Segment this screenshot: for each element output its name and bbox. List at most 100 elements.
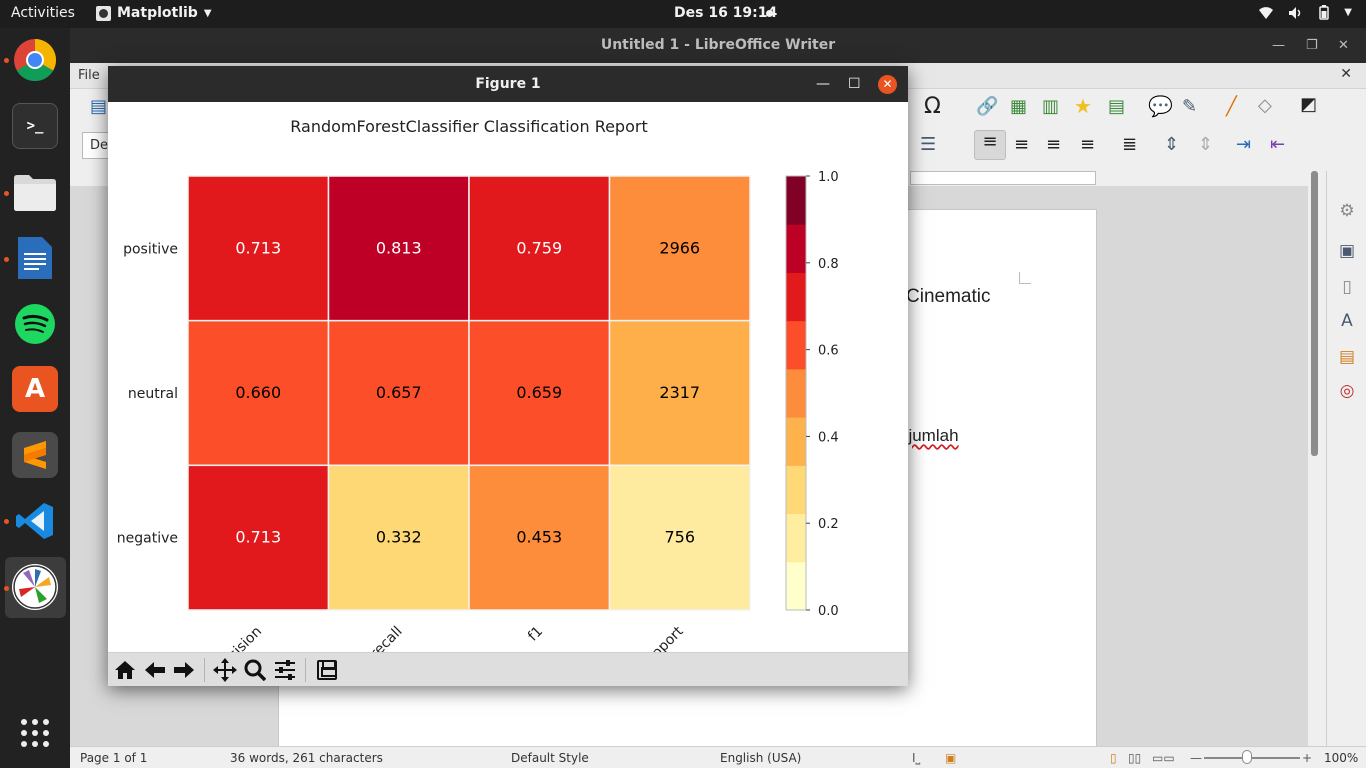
navigator-icon[interactable]: ◎ bbox=[1336, 381, 1358, 403]
settings-gear-icon[interactable]: ⚙ bbox=[1336, 201, 1358, 223]
track-changes-icon[interactable]: ✎ bbox=[1182, 96, 1197, 117]
line-spacing-icon[interactable]: ≣ bbox=[1122, 134, 1137, 155]
colorbar-segment bbox=[786, 320, 806, 370]
cell-value-label: 0.453 bbox=[516, 528, 562, 547]
chevron-down-icon: ▼ bbox=[203, 7, 212, 19]
ubuntu-software-icon: A bbox=[24, 374, 46, 404]
figure-titlebar[interactable]: Figure 1 bbox=[108, 66, 908, 102]
menu-file[interactable]: File bbox=[78, 68, 100, 83]
multi-page-view-icon[interactable]: ▯▯ bbox=[1128, 751, 1141, 765]
matplotlib-app-icon bbox=[96, 5, 111, 21]
horizontal-ruler[interactable] bbox=[910, 171, 1096, 185]
vscode-icon bbox=[16, 503, 53, 539]
colorbar-segment bbox=[786, 176, 806, 225]
back-button[interactable] bbox=[142, 657, 168, 683]
zoom-slider[interactable] bbox=[1204, 757, 1300, 759]
decrease-indent-icon[interactable]: ⇤ bbox=[1270, 134, 1285, 155]
justify-icon[interactable]: ≡ bbox=[1080, 134, 1095, 155]
column-tick-label: recall bbox=[367, 624, 405, 652]
dock-item-chrome[interactable] bbox=[12, 37, 58, 83]
maximize-icon[interactable]: ☐ bbox=[848, 66, 861, 102]
scrollbar-thumb[interactable] bbox=[1311, 171, 1318, 456]
endnote-icon[interactable]: ▥ bbox=[1042, 96, 1059, 117]
minimize-icon[interactable]: — bbox=[816, 66, 830, 102]
show-applications-button[interactable] bbox=[12, 710, 58, 756]
colorbar-tick-label: 0.8 bbox=[818, 257, 839, 272]
dock-item-terminal[interactable]: >_ bbox=[12, 103, 58, 149]
bookmark-icon[interactable]: ★ bbox=[1074, 94, 1092, 118]
vertical-scrollbar[interactable] bbox=[1308, 171, 1322, 746]
dock-item-files[interactable] bbox=[12, 170, 58, 216]
figure-canvas[interactable]: RandomForestClassifier Classification Re… bbox=[108, 102, 908, 679]
clock[interactable]: Des 16 19:14 bbox=[674, 5, 777, 21]
matplotlib-icon bbox=[13, 565, 57, 609]
zoom-in-icon[interactable]: + bbox=[1302, 751, 1312, 765]
styles-icon[interactable]: A bbox=[1336, 311, 1358, 333]
close-document-icon[interactable]: ✕ bbox=[1340, 66, 1352, 82]
activities-button[interactable]: Activities bbox=[11, 5, 75, 21]
battery-icon bbox=[1319, 5, 1330, 20]
dock-item-vscode[interactable] bbox=[12, 498, 58, 544]
column-tick-label: f1 bbox=[525, 624, 546, 645]
cell-value-label: 0.332 bbox=[376, 528, 422, 547]
cross-reference-icon[interactable]: ▤ bbox=[1108, 96, 1125, 117]
configure-subplots-button[interactable] bbox=[272, 657, 298, 683]
list-icon[interactable]: ☰ bbox=[920, 134, 936, 155]
align-left-icon[interactable]: ≡ bbox=[974, 130, 1006, 160]
save-button[interactable] bbox=[314, 657, 340, 683]
colorbar-segment bbox=[786, 368, 806, 418]
hyperlink-icon[interactable]: 🔗 bbox=[976, 96, 998, 117]
decrease-spacing-icon[interactable]: ⇕ bbox=[1198, 134, 1213, 155]
align-right-icon[interactable]: ≡ bbox=[1046, 134, 1061, 155]
dock-item-writer[interactable] bbox=[12, 235, 58, 281]
folder-icon bbox=[14, 175, 56, 211]
arrow-right-icon bbox=[174, 662, 194, 678]
zoom-slider-handle[interactable] bbox=[1242, 750, 1252, 764]
cell-value-label: 0.659 bbox=[516, 383, 562, 402]
cell-value-label: 756 bbox=[664, 528, 695, 547]
zoom-button[interactable] bbox=[242, 657, 268, 683]
dock-item-spotify[interactable] bbox=[12, 301, 58, 347]
status-zoom[interactable]: 100% bbox=[1324, 751, 1358, 765]
line-icon[interactable]: ╱ bbox=[1226, 96, 1237, 117]
app-grid-icon bbox=[21, 719, 49, 747]
basic-shapes-icon[interactable]: ◇ bbox=[1258, 95, 1272, 116]
floppy-disk-icon bbox=[317, 660, 337, 680]
writer-titlebar[interactable]: Untitled 1 - LibreOffice Writer — ❐ ✕ bbox=[70, 28, 1366, 63]
page-icon[interactable]: ▯ bbox=[1336, 277, 1358, 299]
maximize-icon[interactable]: ❐ bbox=[1306, 28, 1318, 63]
status-page[interactable]: Page 1 of 1 bbox=[80, 751, 147, 765]
colorbar-segment bbox=[786, 513, 806, 563]
minimize-icon[interactable]: — bbox=[1272, 28, 1285, 63]
zoom-out-icon[interactable]: — bbox=[1190, 751, 1202, 765]
colorbar-tick-label: 0.4 bbox=[818, 430, 839, 445]
new-document-icon[interactable]: ▤ bbox=[90, 96, 107, 117]
draw-functions-icon[interactable]: ◩ bbox=[1300, 94, 1317, 115]
gallery-icon[interactable]: ▤ bbox=[1336, 347, 1358, 369]
status-language[interactable]: English (USA) bbox=[720, 751, 801, 765]
row-tick-label: positive bbox=[123, 241, 178, 257]
increase-spacing-icon[interactable]: ⇕ bbox=[1164, 134, 1179, 155]
align-center-icon[interactable]: ≡ bbox=[1014, 134, 1029, 155]
running-indicator bbox=[4, 586, 9, 591]
special-character-icon[interactable]: Ω bbox=[924, 94, 941, 119]
single-page-view-icon[interactable]: ▯ bbox=[1110, 751, 1117, 765]
dock-item-sublime[interactable] bbox=[12, 432, 58, 478]
footnote-icon[interactable]: ▦ bbox=[1010, 96, 1027, 117]
close-icon[interactable]: ✕ bbox=[1338, 28, 1349, 63]
close-icon[interactable]: ✕ bbox=[878, 75, 897, 94]
system-tray[interactable]: ▼ bbox=[1258, 5, 1352, 20]
forward-button[interactable] bbox=[171, 657, 197, 683]
classification-report-heatmap: RandomForestClassifier Classification Re… bbox=[117, 117, 839, 679]
status-page-style[interactable]: Default Style bbox=[511, 751, 589, 765]
home-button[interactable] bbox=[112, 657, 138, 683]
properties-icon[interactable]: ▣ bbox=[1336, 241, 1358, 263]
comment-icon[interactable]: 💬 bbox=[1148, 94, 1173, 118]
dock-item-matplotlib[interactable] bbox=[12, 564, 58, 610]
app-menu[interactable]: Matplotlib ▼ bbox=[96, 5, 212, 21]
increase-indent-icon[interactable]: ⇥ bbox=[1236, 134, 1251, 155]
status-word-count[interactable]: 36 words, 261 characters bbox=[230, 751, 383, 765]
dock-item-software[interactable]: A bbox=[12, 366, 58, 412]
book-view-icon[interactable]: ▭▭ bbox=[1152, 751, 1175, 765]
pan-button[interactable] bbox=[212, 657, 238, 683]
